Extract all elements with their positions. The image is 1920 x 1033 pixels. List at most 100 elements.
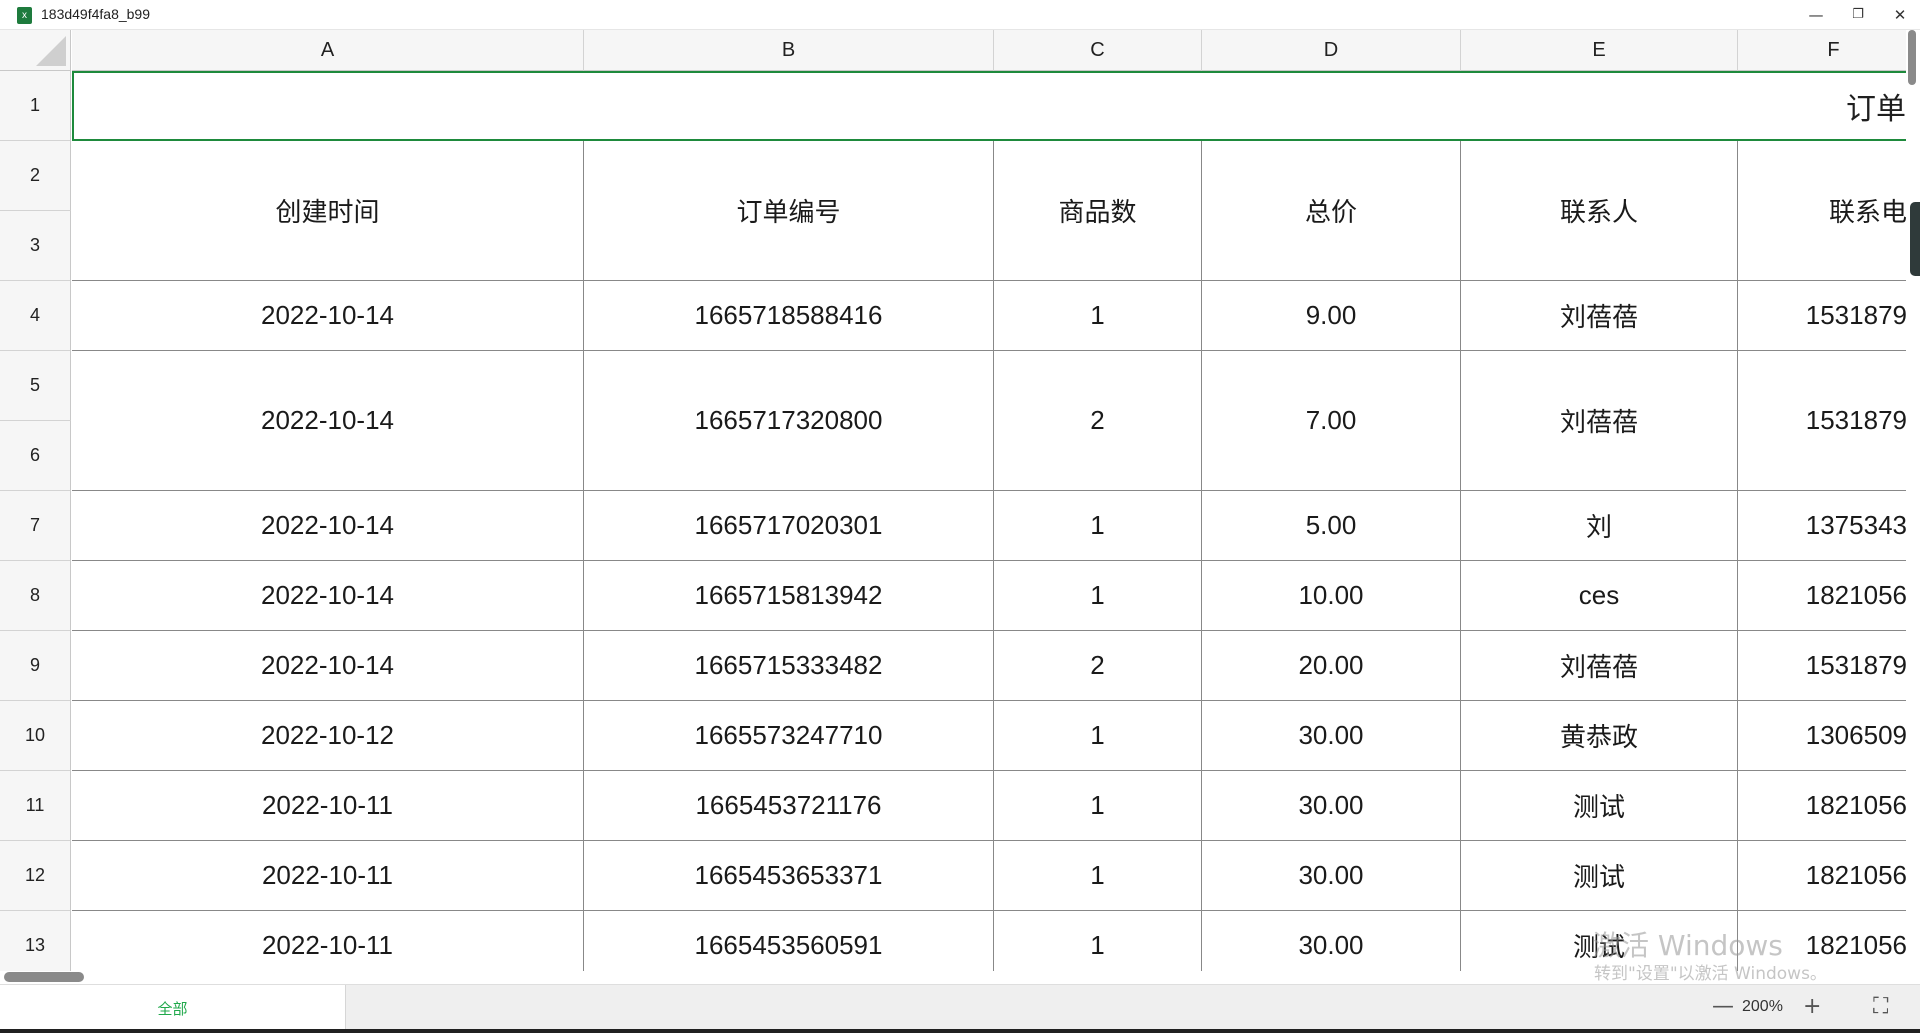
table-cell[interactable]: 1821056 <box>1738 561 1906 631</box>
row-header-8[interactable]: 8 <box>0 561 71 631</box>
header-cell-b[interactable]: 订单编号 <box>584 141 994 281</box>
table-cell[interactable]: 1665715333482 <box>584 631 994 701</box>
table-cell[interactable]: 2022-10-11 <box>72 771 584 841</box>
header-cell-f[interactable]: 联系电 <box>1738 141 1906 281</box>
restore-button[interactable]: ❐ <box>1840 2 1876 28</box>
table-cell[interactable]: 1665453653371 <box>584 841 994 911</box>
table-cell[interactable]: 刘蓓蓓 <box>1461 281 1738 351</box>
table-cell[interactable]: 1 <box>994 841 1202 911</box>
zoom-in-button[interactable]: + <box>1803 993 1821 1021</box>
table-cell[interactable]: 测试 <box>1461 841 1738 911</box>
row-header-10[interactable]: 10 <box>0 701 71 771</box>
row-header-12[interactable]: 12 <box>0 841 71 911</box>
table-cell[interactable]: 9.00 <box>1202 281 1461 351</box>
table-cell[interactable]: 1665573247710 <box>584 701 994 771</box>
table-cell-text: 1531879 <box>1805 650 1906 680</box>
table-cell-text: 1665573247710 <box>694 720 883 750</box>
row-header-1[interactable]: 1 <box>0 71 71 141</box>
table-cell-text: 1821056 <box>1805 860 1906 890</box>
table-cell[interactable]: 1 <box>994 911 1202 971</box>
table-cell[interactable]: 1665717320800 <box>584 351 994 491</box>
table-cell[interactable]: 刘蓓蓓 <box>1461 351 1738 491</box>
vertical-scrollbar-thumb[interactable] <box>1908 30 1916 85</box>
table-cell[interactable]: 1665453560591 <box>584 911 994 971</box>
table-cell[interactable]: 2022-10-11 <box>72 841 584 911</box>
table-cell[interactable]: 7.00 <box>1202 351 1461 491</box>
side-panel-handle[interactable] <box>1910 202 1920 276</box>
table-cell[interactable]: 1665453721176 <box>584 771 994 841</box>
table-cell[interactable]: 刘 <box>1461 491 1738 561</box>
header-cell-e[interactable]: 联系人 <box>1461 141 1738 281</box>
table-cell-text: 2 <box>1090 650 1105 680</box>
table-cell-text: 30.00 <box>1298 860 1364 890</box>
horizontal-scrollbar-thumb[interactable] <box>4 972 84 982</box>
table-cell[interactable]: 30.00 <box>1202 841 1461 911</box>
table-cell[interactable]: 1 <box>994 561 1202 631</box>
table-cell[interactable]: 2022-10-14 <box>72 491 584 561</box>
table-cell-text: 10.00 <box>1298 580 1364 610</box>
sheet-title-cell[interactable]: 订单 <box>72 71 1906 141</box>
row-header-6[interactable]: 6 <box>0 421 71 491</box>
table-cell[interactable]: 1665715813942 <box>584 561 994 631</box>
column-header-e[interactable]: E <box>1461 30 1738 71</box>
table-cell[interactable]: 1821056 <box>1738 771 1906 841</box>
row-header-13[interactable]: 13 <box>0 911 71 971</box>
table-cell[interactable]: 测试 <box>1461 771 1738 841</box>
spreadsheet-app-icon: x <box>17 7 32 24</box>
table-cell[interactable]: 1531879 <box>1738 631 1906 701</box>
table-cell[interactable]: 10.00 <box>1202 561 1461 631</box>
row-header-4[interactable]: 4 <box>0 281 71 351</box>
column-header-d[interactable]: D <box>1202 30 1461 71</box>
table-cell[interactable]: 1665717020301 <box>584 491 994 561</box>
table-cell[interactable]: 1375343 <box>1738 491 1906 561</box>
column-header-f[interactable]: F <box>1738 30 1906 71</box>
table-cell[interactable]: 5.00 <box>1202 491 1461 561</box>
table-cell[interactable]: 1 <box>994 701 1202 771</box>
table-cell[interactable]: ces <box>1461 561 1738 631</box>
header-cell-d[interactable]: 总价 <box>1202 141 1461 281</box>
fullscreen-icon[interactable]: ⛶ <box>1873 993 1888 1021</box>
row-header-9[interactable]: 9 <box>0 631 71 701</box>
spreadsheet-grid[interactable]: ABCDEF 1 2 3 4 5 6 7 8 9 10 11 12 13 订单 创建时间 订单编号 商品数总… <box>0 30 1906 971</box>
column-header-b[interactable]: B <box>584 30 994 71</box>
table-cell[interactable]: 2 <box>994 351 1202 491</box>
table-cell[interactable]: 30.00 <box>1202 701 1461 771</box>
table-cell[interactable]: 2022-10-14 <box>72 631 584 701</box>
column-header-c[interactable]: C <box>994 30 1202 71</box>
table-cell-text: 1821056 <box>1805 580 1906 610</box>
row-header-7[interactable]: 7 <box>0 491 71 561</box>
table-cell-text: 5.00 <box>1305 510 1357 540</box>
zoom-out-button[interactable]: — <box>1712 993 1734 1021</box>
row-header-2[interactable]: 2 <box>0 141 71 211</box>
select-all-corner[interactable] <box>0 30 71 71</box>
table-cell[interactable]: 30.00 <box>1202 771 1461 841</box>
header-cell-c[interactable]: 商品数 <box>994 141 1202 281</box>
table-cell[interactable]: 2022-10-11 <box>72 911 584 971</box>
table-cell[interactable]: 2022-10-14 <box>72 351 584 491</box>
table-cell[interactable]: 2022-10-12 <box>72 701 584 771</box>
table-cell[interactable]: 2022-10-14 <box>72 561 584 631</box>
row-header-3[interactable]: 3 <box>0 211 71 281</box>
table-cell[interactable]: 刘蓓蓓 <box>1461 631 1738 701</box>
column-header-a[interactable]: A <box>72 30 584 71</box>
minimize-button[interactable]: — <box>1798 2 1834 28</box>
row-header-11[interactable]: 11 <box>0 771 71 841</box>
table-cell[interactable]: 1 <box>994 491 1202 561</box>
close-button[interactable]: ✕ <box>1882 2 1918 28</box>
sheet-tab-all[interactable]: 全部 <box>0 985 346 1031</box>
table-cell[interactable]: 1306509 <box>1738 701 1906 771</box>
table-cell[interactable]: 1821056 <box>1738 841 1906 911</box>
header-cell-a[interactable]: 创建时间 <box>72 141 584 281</box>
table-cell[interactable]: 2022-10-14 <box>72 281 584 351</box>
table-cell[interactable]: 20.00 <box>1202 631 1461 701</box>
table-cell[interactable]: 2 <box>994 631 1202 701</box>
table-cell-text: 2022-10-14 <box>261 300 394 330</box>
table-cell[interactable]: 1531879 <box>1738 281 1906 351</box>
row-header-5[interactable]: 5 <box>0 351 71 421</box>
table-cell[interactable]: 黄恭政 <box>1461 701 1738 771</box>
table-cell[interactable]: 30.00 <box>1202 911 1461 971</box>
table-cell[interactable]: 1531879 <box>1738 351 1906 491</box>
table-cell[interactable]: 1 <box>994 771 1202 841</box>
table-cell[interactable]: 1 <box>994 281 1202 351</box>
table-cell[interactable]: 1665718588416 <box>584 281 994 351</box>
